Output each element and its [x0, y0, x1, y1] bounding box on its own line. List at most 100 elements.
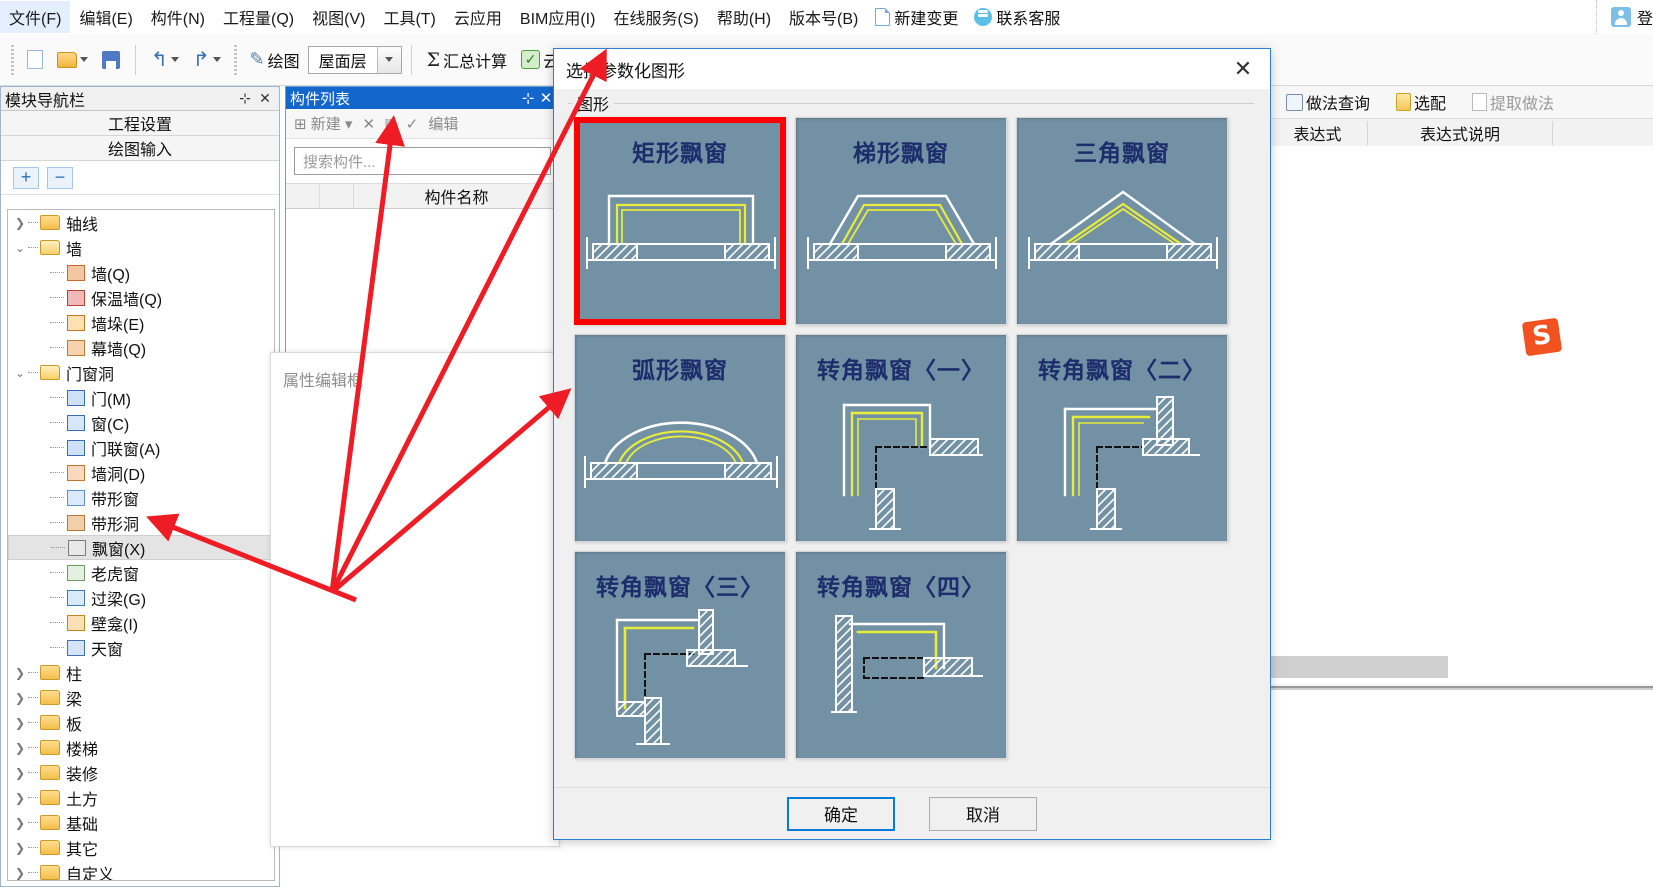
- shape-tile-corner-bay-2[interactable]: 转角飘窗〈二〉: [1016, 334, 1228, 542]
- tree-folder-19[interactable]: ❯ 梁: [8, 685, 274, 710]
- right-divider-lines: [1268, 684, 1653, 696]
- redo-button[interactable]: ↱: [187, 46, 227, 74]
- tree-item-7[interactable]: 门(M): [8, 385, 274, 410]
- tree-folder-20[interactable]: ❯ 板: [8, 710, 274, 735]
- menu-item-component[interactable]: 构件(N): [142, 1, 214, 33]
- insulated-wall-icon: [67, 289, 85, 306]
- search-component-placeholder: 搜索构件...: [303, 153, 376, 171]
- collapse-all-button[interactable]: −: [47, 166, 73, 189]
- save-file-button[interactable]: [96, 47, 126, 73]
- chevron-right-icon[interactable]: ❯: [12, 766, 28, 780]
- new-change-button[interactable]: 新建变更: [867, 2, 966, 32]
- method-query-button[interactable]: 做法查询: [1280, 86, 1376, 118]
- tree-folder-24[interactable]: ❯ 基础: [8, 810, 274, 835]
- new-file-button[interactable]: [21, 46, 49, 73]
- tree-folder-22[interactable]: ❯ 装修: [8, 760, 274, 785]
- expand-all-button[interactable]: +: [13, 166, 39, 189]
- shape-tile-trapezoid-bay[interactable]: 梯形飘窗: [795, 117, 1007, 325]
- close-icon[interactable]: ✕: [255, 90, 275, 107]
- menu-item-bim-app[interactable]: BIM应用(I): [511, 1, 605, 33]
- chevron-down-icon[interactable]: ⌄: [12, 241, 28, 255]
- tree-item-11[interactable]: 带形窗: [8, 485, 274, 510]
- tree-folder-26[interactable]: ❯ 自定义: [8, 860, 274, 880]
- tree-item-2[interactable]: 墙(Q): [8, 260, 274, 285]
- new-component-button[interactable]: ⊞ 新建 ▾: [294, 113, 352, 134]
- chevron-right-icon[interactable]: ❯: [12, 816, 28, 830]
- login-area[interactable]: 登: [1595, 0, 1653, 34]
- wall-opening-icon: [67, 464, 85, 481]
- open-file-button[interactable]: [51, 48, 94, 72]
- tree-folder-25[interactable]: ❯ 其它: [8, 835, 274, 860]
- menu-item-help[interactable]: 帮助(H): [708, 1, 780, 33]
- menu-item-version[interactable]: 版本号(B): [780, 1, 867, 33]
- ok-button[interactable]: 确定: [787, 796, 895, 831]
- tree-item-15[interactable]: 过梁(G): [8, 585, 274, 610]
- menu-item-view[interactable]: 视图(V): [303, 1, 374, 33]
- chevron-right-icon[interactable]: ❯: [12, 666, 28, 680]
- tree-folder-0[interactable]: ❯ 轴线: [8, 210, 274, 235]
- menu-item-online-service[interactable]: 在线服务(S): [604, 1, 707, 33]
- tree-item-label: 楼梯: [66, 741, 99, 759]
- extract-method-button[interactable]: 提取做法: [1466, 86, 1560, 118]
- close-icon[interactable]: ✕: [1222, 50, 1264, 88]
- pin-icon[interactable]: ⊹: [235, 90, 255, 107]
- menu-item-file[interactable]: 文件(F): [0, 0, 71, 33]
- shape-tile-rect-bay[interactable]: 矩形飘窗: [574, 117, 786, 325]
- tree-item-label: 基础: [66, 816, 99, 834]
- chevron-right-icon[interactable]: ❯: [12, 716, 28, 730]
- menu-item-quantity[interactable]: 工程量(Q): [214, 1, 303, 33]
- delete-component-icon[interactable]: ✕: [362, 115, 375, 133]
- tree-item-label: 土方: [66, 791, 99, 809]
- tree-item-13[interactable]: 飘窗(X): [8, 535, 274, 560]
- tree-item-3[interactable]: 保温墙(Q): [8, 285, 274, 310]
- floor-select[interactable]: 屋面层: [307, 45, 402, 74]
- tree-item-12[interactable]: 带形洞: [8, 510, 274, 535]
- tree-item-16[interactable]: 壁龛(I): [8, 610, 274, 635]
- select-match-button[interactable]: 选配: [1390, 86, 1452, 118]
- tree-item-4[interactable]: 墙垛(E): [8, 310, 274, 335]
- shape-tile-corner-bay-1[interactable]: 转角飘窗〈一〉: [795, 334, 1007, 542]
- chevron-right-icon[interactable]: ❯: [12, 741, 28, 755]
- tree-item-14[interactable]: 老虎窗: [8, 560, 274, 585]
- chevron-right-icon[interactable]: ❯: [12, 691, 28, 705]
- copy-component-icon[interactable]: ⧉: [385, 115, 396, 132]
- shape-tile-corner-bay-4[interactable]: 转角飘窗〈四〉: [795, 551, 1007, 759]
- contact-service-button[interactable]: 联系客服: [966, 2, 1068, 32]
- chevron-down-icon[interactable]: [376, 46, 401, 73]
- menu-item-tools[interactable]: 工具(T): [374, 1, 444, 33]
- apply-component-icon[interactable]: ✓: [406, 115, 419, 133]
- tree-item-10[interactable]: 墙洞(D): [8, 460, 274, 485]
- menu-item-edit[interactable]: 编辑(E): [70, 1, 141, 33]
- chevron-down-icon[interactable]: ⌄: [12, 366, 28, 380]
- chevron-right-icon[interactable]: ❯: [12, 216, 28, 230]
- pin-icon[interactable]: ⊹: [519, 89, 537, 107]
- tree-folder-6[interactable]: ⌄ 门窗洞: [8, 360, 274, 385]
- tree-folder-23[interactable]: ❯ 土方: [8, 785, 274, 810]
- shape-tile-triangle-bay[interactable]: 三角飘窗: [1016, 117, 1228, 325]
- nav-tab-project-settings[interactable]: 工程设置: [1, 111, 279, 136]
- menu-bar: 文件(F) 编辑(E) 构件(N) 工程量(Q) 视图(V) 工具(T) 云应用…: [0, 0, 1653, 34]
- toolbar-gripper-2[interactable]: [233, 44, 237, 75]
- nav-panel-titlebar: 模块导航栏 ⊹ ✕: [1, 87, 279, 111]
- tree-folder-21[interactable]: ❯ 楼梯: [8, 735, 274, 760]
- tree-item-9[interactable]: 门联窗(A): [8, 435, 274, 460]
- summary-calc-button[interactable]: Σ 汇总计算: [421, 44, 513, 76]
- edit-component-button[interactable]: 编辑: [428, 113, 458, 134]
- cancel-button[interactable]: 取消: [929, 796, 1037, 831]
- chevron-right-icon[interactable]: ❯: [12, 791, 28, 805]
- toolbar-gripper-1[interactable]: [11, 44, 14, 75]
- tree-item-8[interactable]: 窗(C): [8, 410, 274, 435]
- draw-button[interactable]: ✎ 绘图: [244, 44, 306, 76]
- menu-item-cloud-app[interactable]: 云应用: [445, 1, 511, 33]
- chevron-right-icon[interactable]: ❯: [12, 866, 28, 880]
- shape-tile-corner-bay-3[interactable]: 转角飘窗〈三〉: [574, 551, 786, 759]
- tree-item-5[interactable]: 幕墙(Q): [8, 335, 274, 360]
- tree-folder-18[interactable]: ❯ 柱: [8, 660, 274, 685]
- undo-button[interactable]: ↰: [145, 46, 185, 74]
- tree-folder-1[interactable]: ⌄ 墙: [8, 235, 274, 260]
- nav-tab-drawing-input[interactable]: 绘图输入: [1, 136, 279, 161]
- shape-tile-arc-bay[interactable]: 弧形飘窗: [574, 334, 786, 542]
- tree-item-17[interactable]: 天窗: [8, 635, 274, 660]
- chevron-right-icon[interactable]: ❯: [12, 841, 28, 855]
- search-component-input[interactable]: 搜索构件...: [294, 147, 551, 175]
